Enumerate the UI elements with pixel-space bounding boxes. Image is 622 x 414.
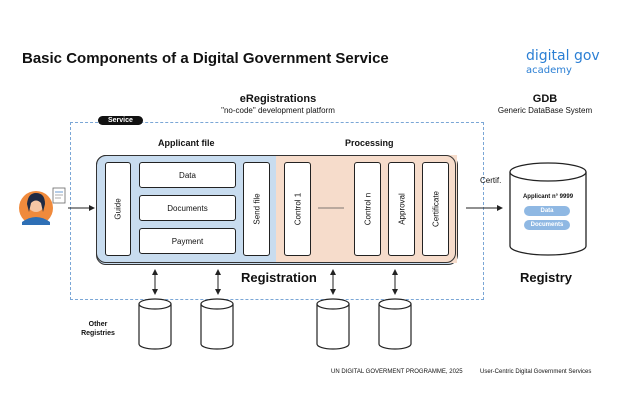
database-icon-3 — [316, 298, 350, 350]
database-icon-2 — [200, 298, 234, 350]
database-icon-1 — [138, 298, 172, 350]
registry-record-title: Applicant n° 9999 — [522, 194, 574, 200]
applicant-avatar-icon — [19, 191, 53, 225]
database-icon-4 — [378, 298, 412, 350]
connector-arrows — [152, 269, 398, 295]
registry-data-pill: Data — [524, 206, 570, 216]
registry-documents-pill: Documents — [524, 220, 570, 230]
application-form-icon — [52, 187, 66, 204]
